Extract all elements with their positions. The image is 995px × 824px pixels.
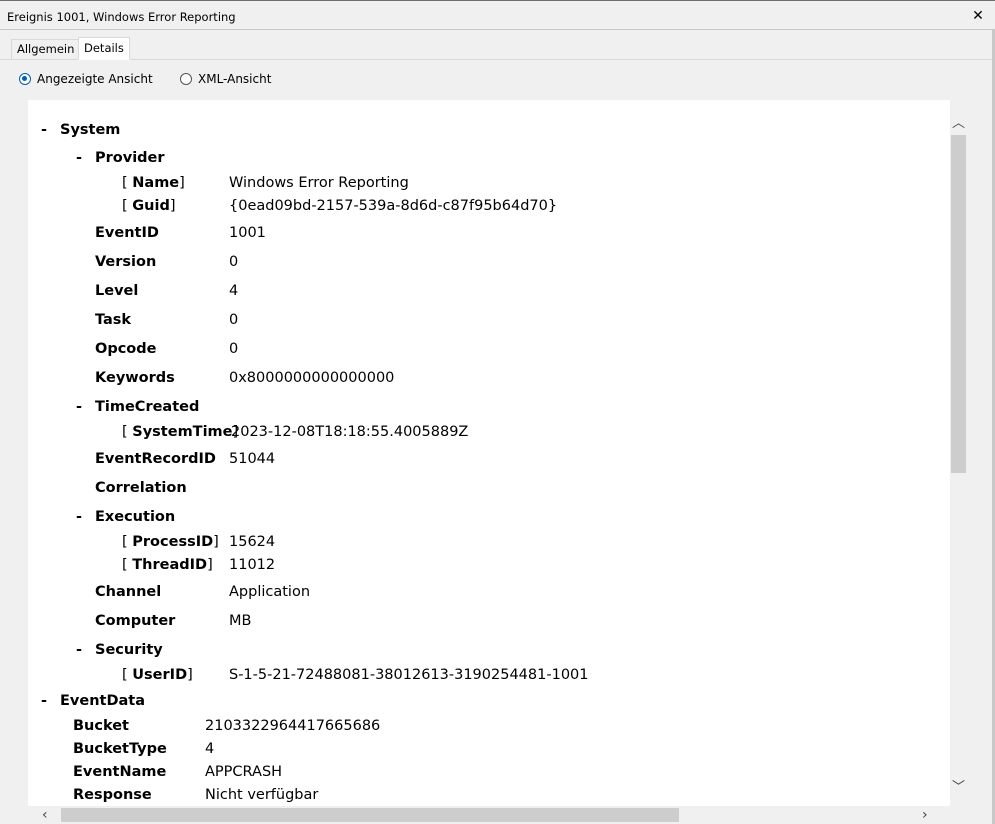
systemtime-key-text: SystemTime [132,424,233,440]
field-key: Correlation [95,480,187,496]
systemtime-key: [ SystemTime] [122,424,239,440]
userid-key-text: UserID [132,667,188,683]
tab-allgemein[interactable]: Allgemein [11,39,81,59]
eventdata-value: APPCRASH [205,764,283,780]
field-value: Application [229,584,311,600]
systemtime-value: 2023-12-08T18:18:55.4005889Z [231,424,469,440]
close-button[interactable]: ✕ [968,6,988,26]
collapse-timecreated-icon[interactable]: - [76,398,82,416]
horizontal-scroll-thumb[interactable] [61,808,679,822]
eventdata-key: Response [73,787,152,803]
vertical-scroll-thumb[interactable] [951,135,966,473]
node-provider: Provider [95,150,165,166]
window-title: Ereignis 1001, Windows Error Reporting [7,10,236,24]
field-key: Computer [95,613,176,629]
eventdata-key: EventName [73,764,167,780]
field-value: 0 [229,254,239,270]
field-value: 51044 [229,451,276,467]
threadid-key: [ ThreadID] [122,557,213,573]
eventdata-key: Bucket [73,718,129,734]
event-details-pane: - System - Provider [ Name] Windows Erro… [28,100,950,806]
section-eventdata: EventData [60,693,145,709]
provider-name-value: Windows Error Reporting [229,175,409,191]
processid-key-text: ProcessID [132,534,214,550]
scroll-left-icon[interactable]: ‹ [42,806,56,824]
radio-unselected-icon [180,73,192,85]
processid-value: 15624 [229,534,276,550]
collapse-provider-icon[interactable]: - [76,149,82,167]
node-security: Security [95,642,163,658]
field-value: MB [229,613,252,629]
node-execution: Execution [95,509,176,525]
field-value: 1001 [229,225,266,241]
collapse-execution-icon[interactable]: - [76,508,82,526]
scroll-right-icon[interactable]: › [922,806,936,824]
field-key: Opcode [95,341,157,357]
field-key: Task [95,312,132,328]
eventdata-value: 4 [205,741,215,757]
radio-xml-label: XML-Ansicht [198,72,272,86]
userid-value: S-1-5-21-72488081-38012613-3190254481-10… [229,667,589,683]
section-system: System [60,122,121,138]
field-key: Version [95,254,157,270]
radio-xml-view[interactable]: XML-Ansicht [180,71,271,87]
provider-guid-key: [ Guid] [122,198,176,214]
field-key: Level [95,283,139,299]
scroll-up-icon[interactable]: ︿ [951,112,966,131]
userid-key: [ UserID] [122,667,193,683]
collapse-security-icon[interactable]: - [76,641,82,659]
collapse-eventdata-icon[interactable]: - [41,692,47,710]
threadid-key-text: ThreadID [132,557,208,573]
tab-strip-line [0,59,995,60]
provider-guid-key-text: Guid [132,198,170,214]
field-key: EventID [95,225,159,241]
eventdata-key: BucketType [73,741,167,757]
field-value: 0 [229,341,239,357]
field-key: Keywords [95,370,175,386]
scroll-down-icon[interactable]: ﹀ [951,776,966,795]
radio-selected-icon [19,73,31,85]
field-key: Channel [95,584,162,600]
field-value: 0x8000000000000000 [229,370,395,386]
collapse-system-icon[interactable]: - [41,121,47,139]
eventdata-value: Nicht verfügbar [205,787,319,803]
radio-friendly-view[interactable]: Angezeigte Ansicht [19,71,153,87]
eventdata-value: 2103322964417665686 [205,718,381,734]
node-timecreated: TimeCreated [95,399,200,415]
field-value: 4 [229,283,239,299]
provider-name-key-text: Name [132,175,180,191]
radio-friendly-label: Angezeigte Ansicht [37,72,153,86]
tab-details[interactable]: Details [78,37,130,60]
provider-guid-value: {0ead09bd-2157-539a-8d6d-c87f95b64d70} [229,198,558,214]
threadid-value: 11012 [229,557,276,573]
title-divider [0,29,995,30]
field-key: EventRecordID [95,451,216,467]
provider-name-key: [ Name] [122,175,185,191]
field-value: 0 [229,312,239,328]
processid-key: [ ProcessID] [122,534,219,550]
